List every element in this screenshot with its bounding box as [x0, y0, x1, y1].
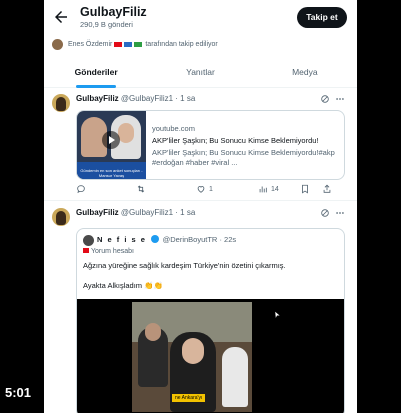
more-icon[interactable]	[335, 94, 345, 104]
author-handle[interactable]: @GulbayFiliz1	[121, 208, 173, 217]
views-icon	[259, 186, 267, 193]
author-name[interactable]: GulbayFiliz	[76, 94, 119, 103]
author-handle[interactable]: @GulbayFiliz1	[121, 94, 173, 103]
quoted-author-line: N e f i s e @DerinBoyutTR · 22s	[97, 235, 236, 244]
profile-screen: GulbayFiliz 290,9 B gönderi Takip et Ene…	[44, 0, 357, 413]
play-icon[interactable]	[102, 131, 120, 149]
account-note-text: Yorum hesabı	[91, 248, 134, 255]
flag-icon	[124, 41, 133, 47]
quoted-text: Ağzına yüreğine sağlık kardeşim Türkiye'…	[83, 261, 286, 270]
follower-avatar	[52, 38, 63, 50]
video-thumbnail[interactable]: Gündemin en son anket sonuçları - Mansur…	[77, 111, 146, 179]
back-arrow-icon[interactable]	[52, 8, 70, 26]
video-player[interactable]: ne Ankara'yı	[132, 302, 252, 412]
avatar[interactable]	[52, 94, 70, 112]
profile-header: GulbayFiliz 290,9 B gönderi Takip et	[44, 0, 357, 32]
tweet-time[interactable]: · 1 sa	[175, 208, 195, 217]
share-icon	[323, 184, 331, 193]
views-count: 14	[271, 185, 279, 193]
flag-icon	[134, 41, 143, 47]
card-title: AKP'liler Şaşkın; Bu Sonucu Kimse Beklem…	[152, 136, 319, 145]
mouse-cursor-icon	[274, 310, 282, 320]
grok-icon[interactable]	[320, 208, 330, 218]
follow-button[interactable]: Takip et	[297, 7, 347, 28]
bookmark-icon	[302, 184, 308, 194]
share-button[interactable]	[322, 184, 335, 194]
tweet-actions: 1 14	[76, 184, 346, 196]
grok-icon[interactable]	[320, 94, 330, 104]
like-count: 1	[209, 185, 213, 193]
tab-media[interactable]: Medya	[253, 58, 357, 87]
video-person	[138, 323, 168, 387]
note-flag-icon	[83, 248, 89, 253]
retweet-icon	[137, 185, 145, 193]
tweet-time[interactable]: · 1 sa	[175, 94, 195, 103]
link-card[interactable]: Gündemin en son anket sonuçları - Mansur…	[76, 110, 345, 180]
tab-posts[interactable]: Gönderiler	[44, 58, 148, 88]
like-button[interactable]: 1	[196, 184, 213, 194]
quoted-author-name[interactable]: N e f i s e	[97, 235, 146, 244]
tweet-author-line: GulbayFiliz @GulbayFiliz1 · 1 sa	[76, 94, 195, 103]
quoted-avatar[interactable]	[83, 235, 94, 246]
video-frame: GulbayFiliz 290,9 B gönderi Takip et Ene…	[0, 0, 401, 413]
bookmark-button[interactable]	[300, 184, 313, 194]
tab-replies[interactable]: Yanıtlar	[148, 58, 252, 87]
followed-by-row: Enes Özdemir tarafından takip ediliyor	[52, 38, 218, 50]
account-note: Yorum hesabı	[83, 248, 134, 255]
thumb-caption: Gündemin en son anket sonuçları - Mansur…	[80, 168, 143, 178]
views-button[interactable]: 14	[258, 184, 279, 194]
flag-icon	[114, 41, 123, 47]
profile-tabs: Gönderiler Yanıtlar Medya	[44, 58, 357, 88]
verified-badge-icon	[150, 235, 159, 243]
quoted-text: Ayakta Alkışladım 👏👏	[83, 281, 163, 290]
reply-icon	[77, 185, 85, 194]
quoted-video[interactable]: ne Ankara'yı	[77, 299, 344, 413]
card-domain: youtube.com	[152, 124, 195, 133]
avatar[interactable]	[52, 208, 70, 226]
post-count: 290,9 B gönderi	[80, 20, 133, 29]
quoted-time: · 22s	[219, 235, 237, 244]
follower-name[interactable]: Enes Özdemir	[68, 41, 112, 48]
profile-name: GulbayFiliz	[80, 5, 147, 19]
video-caption: ne Ankara'yı	[172, 394, 206, 402]
quoted-tweet[interactable]: N e f i s e @DerinBoyutTR · 22s Yorum he…	[76, 228, 345, 413]
reply-button[interactable]	[76, 184, 89, 194]
video-timestamp: 5:01	[5, 385, 32, 400]
heart-icon	[197, 186, 205, 193]
more-icon[interactable]	[335, 208, 345, 218]
quoted-author-handle[interactable]: @DerinBoyutTR	[163, 235, 218, 244]
retweet-button[interactable]	[136, 184, 149, 194]
video-person	[222, 347, 248, 407]
tweet-author-line: GulbayFiliz @GulbayFiliz1 · 1 sa	[76, 208, 195, 217]
card-description: AKP'liler Şaşkın; Bu Sonucu Kimse Beklem…	[152, 148, 335, 167]
tweet[interactable]: GulbayFiliz @GulbayFiliz1 · 1 sa Gündemi…	[44, 88, 357, 201]
followed-by-text: tarafından takip ediliyor	[145, 40, 218, 48]
author-name[interactable]: GulbayFiliz	[76, 208, 119, 217]
